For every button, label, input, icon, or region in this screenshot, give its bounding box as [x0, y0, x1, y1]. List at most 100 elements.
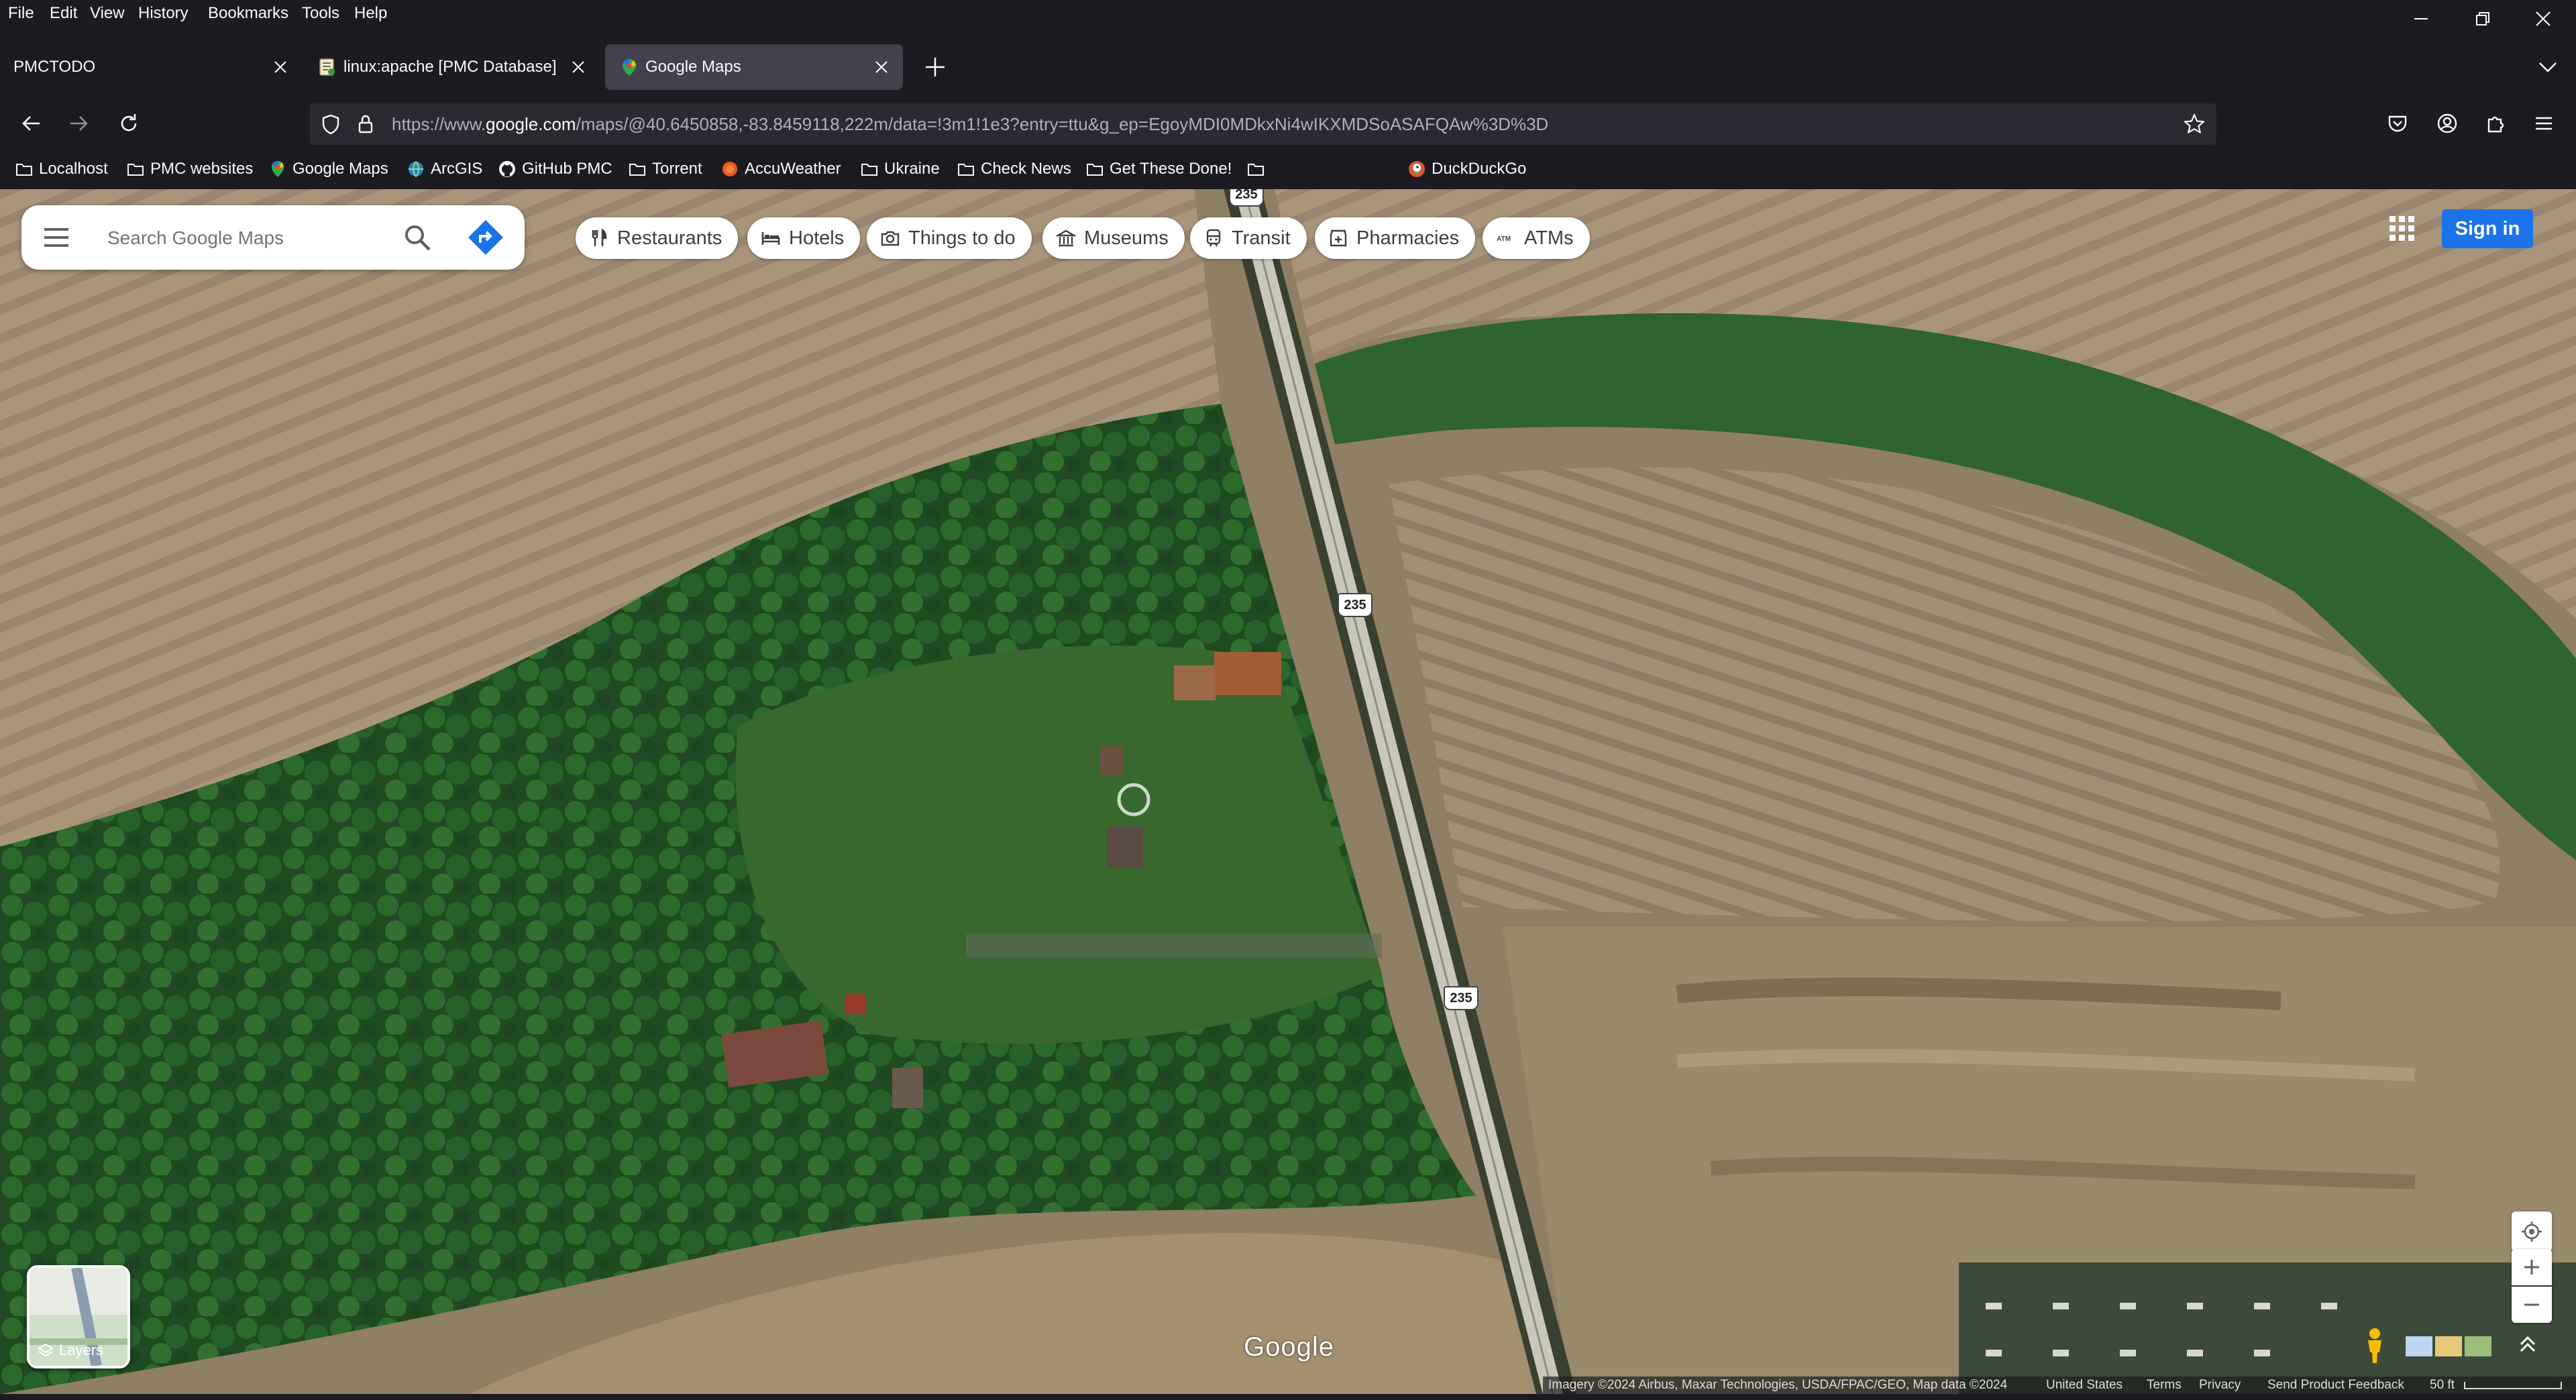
list-all-tabs-button[interactable]: [2533, 52, 2563, 82]
address-bar[interactable]: https://www.google.com/maps/@40.6450858,…: [310, 103, 2216, 145]
url-domain: google.com: [486, 114, 576, 134]
window-bottom-edge: [0, 1394, 2576, 1400]
url-prefix: https://www.: [392, 114, 486, 134]
scale-label[interactable]: 50 ft: [2430, 1377, 2455, 1394]
chip-transit[interactable]: Transit: [1190, 217, 1307, 259]
chip-restaurants[interactable]: Restaurants: [576, 217, 739, 259]
bookmark-label: ArcGIS: [431, 160, 483, 178]
bookmark-folder-unnamed[interactable]: [1246, 154, 1271, 184]
google-apps-icon[interactable]: [2385, 212, 2418, 244]
bookmark-label: Localhost: [39, 160, 108, 178]
url-text[interactable]: https://www.google.com/maps/@40.6450858,…: [392, 103, 1548, 145]
menu-history[interactable]: History: [138, 0, 189, 27]
search-input[interactable]: [106, 205, 404, 271]
bookmark-check-news[interactable]: Check News: [957, 154, 1071, 184]
app-menu-button[interactable]: [2529, 109, 2559, 138]
map-canvas[interactable]: 235 235 235 Restaurants Hotels Things to…: [0, 189, 2576, 1394]
bookmark-label: Torrent: [652, 160, 702, 178]
search-box: [21, 205, 525, 271]
tab-close-button[interactable]: [267, 44, 294, 90]
tab-pmctodo[interactable]: PMCTODO: [4, 44, 297, 90]
menu-bookmarks[interactable]: Bookmarks: [208, 0, 288, 27]
restore-icon: [2476, 12, 2489, 25]
url-path: /maps/@40.6450858,-83.8459118,222m/data=…: [576, 114, 1549, 134]
imagery-thumbnails[interactable]: [2402, 1326, 2528, 1366]
bookmark-accuweather[interactable]: AccuWeather: [720, 154, 841, 184]
pegman-icon[interactable]: [2359, 1326, 2391, 1366]
close-icon: [2536, 11, 2551, 26]
close-icon: [274, 61, 286, 73]
chip-label: Things to do: [908, 227, 1016, 249]
route-shield: 235: [1444, 986, 1479, 1010]
menu-tools[interactable]: Tools: [302, 0, 339, 27]
restore-button[interactable]: [2453, 0, 2513, 38]
tab-close-button[interactable]: [868, 44, 895, 90]
menu-edit[interactable]: Edit: [50, 0, 77, 27]
feedback-link[interactable]: Send Product Feedback: [2267, 1377, 2404, 1394]
layers-button[interactable]: Layers: [27, 1265, 130, 1368]
chip-label: Hotels: [789, 227, 845, 249]
chip-museums[interactable]: Museums: [1042, 217, 1185, 259]
layers-icon: [38, 1343, 54, 1357]
hamburger-icon: [2536, 117, 2552, 130]
chip-things-to-do[interactable]: Things to do: [867, 217, 1032, 259]
chip-hotels[interactable]: Hotels: [747, 217, 861, 259]
bookmark-star-icon[interactable]: [2183, 113, 2206, 136]
my-location-icon: [2522, 1222, 2542, 1242]
minimize-icon: [2414, 18, 2428, 19]
menu-help[interactable]: Help: [354, 0, 387, 27]
bookmark-google-maps[interactable]: Google Maps: [268, 154, 388, 184]
search-icon[interactable]: [401, 221, 433, 254]
svg-text:ATM: ATM: [1497, 235, 1511, 243]
bookmark-arcgis[interactable]: ArcGIS: [407, 154, 482, 184]
country-link[interactable]: United States: [2046, 1377, 2123, 1394]
menu-view[interactable]: View: [90, 0, 125, 27]
zoom-out-button[interactable]: [2512, 1287, 2552, 1323]
zoom-in-button[interactable]: [2512, 1249, 2552, 1285]
menu-bar: File Edit View History Bookmarks Tools H…: [0, 0, 2576, 27]
attribution-bar: Imagery ©2024 Airbus, Maxar Technologies…: [1543, 1377, 2576, 1394]
tab-title: PMCTODO: [13, 58, 96, 76]
pocket-button[interactable]: [2383, 109, 2412, 138]
plus-icon: [926, 58, 945, 76]
bookmark-label: GitHub PMC: [522, 160, 612, 178]
bookmark-pmc-websites[interactable]: PMC websites: [126, 154, 253, 184]
minimize-button[interactable]: [2391, 0, 2451, 38]
reload-button[interactable]: [110, 106, 148, 141]
bookmark-get-these-done[interactable]: Get These Done!: [1085, 154, 1232, 184]
my-location-button[interactable]: [2512, 1211, 2552, 1252]
bookmark-localhost[interactable]: Localhost: [15, 154, 108, 184]
menu-file[interactable]: File: [8, 0, 34, 27]
tab-pmc-database[interactable]: linux:apache [PMC Database]: [303, 44, 598, 90]
tab-google-maps[interactable]: Google Maps: [605, 44, 903, 90]
new-tab-button[interactable]: [916, 48, 954, 86]
account-button[interactable]: [2432, 109, 2462, 138]
directions-icon[interactable]: [466, 217, 506, 258]
back-button[interactable]: [12, 106, 50, 141]
extensions-button[interactable]: [2481, 109, 2510, 138]
forward-button[interactable]: [60, 106, 98, 141]
close-window-button[interactable]: [2513, 0, 2573, 38]
folder-icon: [1087, 164, 1103, 176]
bookmark-duckduckgo[interactable]: DuckDuckGo: [1407, 154, 1526, 184]
bookmark-ukraine[interactable]: Ukraine: [860, 154, 940, 184]
chevron-up-icon[interactable]: [2513, 1330, 2542, 1359]
bookmark-label: AccuWeather: [745, 160, 841, 178]
chip-atms[interactable]: ATM ATMs: [1483, 217, 1590, 259]
bookmark-label: DuckDuckGo: [1432, 160, 1527, 178]
atm-icon: ATM: [1497, 235, 1511, 243]
terms-link[interactable]: Terms: [2147, 1377, 2182, 1394]
bookmark-torrent[interactable]: Torrent: [628, 154, 702, 184]
tab-title: linux:apache [PMC Database]: [343, 58, 557, 76]
bookmark-label: Check News: [981, 160, 1071, 178]
tracking-shield-icon[interactable]: [319, 113, 342, 136]
tab-close-button[interactable]: [565, 44, 592, 90]
bookmark-github-pmc[interactable]: GitHub PMC: [498, 154, 612, 184]
chip-pharmacies[interactable]: Pharmacies: [1315, 217, 1476, 259]
layers-label-group: Layers: [38, 1342, 103, 1359]
lock-icon[interactable]: [354, 113, 377, 136]
sign-in-button[interactable]: Sign in: [2442, 209, 2533, 248]
privacy-link[interactable]: Privacy: [2199, 1377, 2241, 1394]
route-shield: 235: [1229, 189, 1264, 207]
hamburger-menu-icon[interactable]: [40, 221, 72, 254]
